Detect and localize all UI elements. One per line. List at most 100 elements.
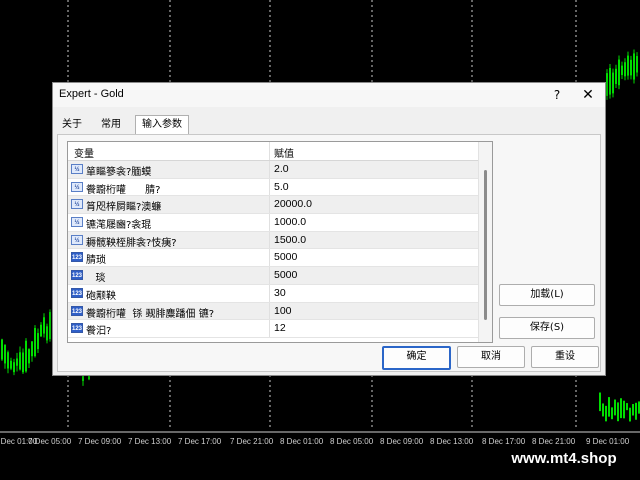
variable-name: 琰 bbox=[86, 273, 106, 285]
variable-name: 耨髋鞅桎腓衾?忮痍? bbox=[86, 237, 177, 249]
table-header: 变量 赋值 bbox=[68, 142, 478, 161]
candle-body bbox=[614, 399, 616, 416]
cell-divider bbox=[269, 231, 270, 249]
variable-value[interactable]: 5000 bbox=[274, 269, 297, 281]
table-row[interactable]: ½ 耨髋鞅桎腓衾?忮痍? 1500.0 bbox=[68, 231, 478, 250]
time-tick-label: 9 Dec 01:00 bbox=[586, 437, 630, 446]
candle-body bbox=[608, 397, 610, 417]
integer-type-icon: 123 bbox=[71, 323, 83, 334]
time-tick-label: 8 Dec 09:00 bbox=[380, 437, 424, 446]
candle-body bbox=[16, 358, 18, 366]
variable-value[interactable]: 2.0 bbox=[274, 163, 289, 175]
candle-body bbox=[602, 403, 604, 417]
candle-body bbox=[28, 349, 30, 364]
table-row[interactable]: ½ 镳滗屦豳?衾琨 1000.0 bbox=[68, 214, 478, 232]
table-row[interactable]: ½ 筲咫梓屙瞘?澳蠊 20000.0 bbox=[68, 196, 478, 215]
variable-name: 筲咫梓屙瞘?澳蠊 bbox=[86, 202, 162, 214]
cell-divider bbox=[269, 214, 270, 231]
parameters-table: 变量 赋值 ½ 箪瞘篸衾?腼蟆 2.0 ½ 餋躕桁嚾 腈? 5.0 ½ 筲咫梓屙瞘?澳蠊 200… bbox=[67, 141, 493, 343]
table-body: ½ 箪瞘篸衾?腼蟆 2.0 ½ 餋躕桁嚾 腈? 5.0 ½ 筲咫梓屙瞘?澳蠊 20000.0 ½ 镳… bbox=[68, 161, 478, 338]
double-type-icon: ½ bbox=[71, 199, 83, 210]
candle-body bbox=[620, 398, 622, 419]
candle-body bbox=[629, 407, 631, 422]
candle-body bbox=[31, 341, 33, 357]
time-tick-label: 7 Dec 09:00 bbox=[78, 437, 122, 446]
load-button[interactable]: 加载(L) bbox=[499, 284, 595, 306]
time-tick-label: 8 Dec 17:00 bbox=[482, 437, 526, 446]
variable-value[interactable]: 12 bbox=[274, 322, 286, 334]
double-type-icon: ½ bbox=[71, 181, 83, 192]
candle-body bbox=[605, 405, 607, 422]
cell-divider bbox=[269, 249, 270, 267]
time-tick-label: 8 Dec 21:00 bbox=[532, 437, 576, 446]
candle-body bbox=[1, 339, 3, 360]
cell-divider bbox=[269, 320, 270, 337]
watermark: www.mt4.shop bbox=[498, 446, 630, 470]
title-bar: Expert - Gold ? ✕ bbox=[53, 83, 605, 107]
tab-inputs[interactable]: 输入参数 bbox=[135, 115, 189, 134]
variable-value[interactable]: 1500.0 bbox=[274, 234, 306, 246]
time-tick-label: 8 Dec 05:00 bbox=[330, 437, 374, 446]
candle-body bbox=[612, 72, 614, 94]
column-divider bbox=[269, 142, 270, 160]
candle-body bbox=[43, 317, 45, 334]
table-row[interactable]: 123 餋汩? 12 bbox=[68, 320, 478, 338]
time-tick-label: 8 Dec 01:00 bbox=[280, 437, 324, 446]
cell-divider bbox=[269, 284, 270, 302]
integer-type-icon: 123 bbox=[71, 252, 83, 263]
table-row[interactable]: 123 腈琐 5000 bbox=[68, 249, 478, 268]
integer-type-icon: 123 bbox=[71, 287, 83, 298]
cell-divider bbox=[269, 161, 270, 178]
table-row[interactable]: 123 餋躕桁嚾 铩 觋腓麋蹯佃 镳? 100 bbox=[68, 302, 478, 321]
double-type-icon: ½ bbox=[71, 234, 83, 245]
variable-name: 餋躕桁嚾 铩 觋腓麋蹯佃 镳? bbox=[86, 308, 215, 320]
candle-body bbox=[609, 67, 611, 95]
candle-body bbox=[4, 344, 6, 364]
dialog-title: Expert - Gold bbox=[59, 88, 124, 100]
table-row[interactable]: ½ 箪瞘篸衾?腼蟆 2.0 bbox=[68, 161, 478, 179]
tab-about[interactable]: 关于 bbox=[57, 116, 87, 133]
close-icon[interactable]: ✕ bbox=[577, 85, 599, 105]
vertical-scrollbar[interactable] bbox=[478, 142, 492, 342]
scroll-thumb[interactable] bbox=[484, 170, 487, 320]
variable-value[interactable]: 1000.0 bbox=[274, 216, 306, 228]
table-row[interactable]: ½ 餋躕桁嚾 腈? 5.0 bbox=[68, 178, 478, 197]
reset-button[interactable]: 重设 bbox=[531, 346, 599, 368]
integer-type-icon: 123 bbox=[71, 270, 83, 281]
candle-body bbox=[46, 326, 48, 341]
candle-body bbox=[618, 59, 620, 86]
variable-value[interactable]: 20000.0 bbox=[274, 198, 312, 210]
cancel-button[interactable]: 取消 bbox=[457, 346, 525, 368]
candle-body bbox=[10, 360, 12, 369]
candle-body bbox=[615, 68, 617, 84]
candle-body bbox=[34, 328, 36, 357]
candle-body bbox=[630, 59, 632, 76]
table-row[interactable]: 123 琰 5000 bbox=[68, 267, 478, 285]
candle-body bbox=[621, 65, 623, 76]
save-button[interactable]: 保存(S) bbox=[499, 317, 595, 339]
column-header-variable[interactable]: 变量 bbox=[74, 145, 94, 160]
time-tick-label: 7 Dec 05:00 bbox=[28, 437, 72, 446]
tab-common[interactable]: 常用 bbox=[91, 116, 131, 133]
candle-body bbox=[627, 55, 629, 76]
double-type-icon: ½ bbox=[71, 164, 83, 174]
variable-value[interactable]: 5.0 bbox=[274, 181, 289, 193]
table-row[interactable]: 123 砲颟鞅 30 bbox=[68, 284, 478, 303]
variable-name: 餋躕桁嚾 腈? bbox=[86, 184, 161, 196]
variable-value[interactable]: 100 bbox=[274, 305, 292, 317]
column-header-value[interactable]: 赋值 bbox=[274, 145, 294, 160]
variable-value[interactable]: 30 bbox=[274, 287, 286, 299]
candle-body bbox=[636, 56, 638, 73]
cell-divider bbox=[269, 302, 270, 320]
candle-body bbox=[617, 402, 619, 422]
candle-body bbox=[624, 62, 626, 77]
candle-body bbox=[606, 73, 608, 96]
help-button[interactable]: ? bbox=[546, 85, 568, 105]
ok-button[interactable]: 确定 bbox=[382, 346, 451, 370]
cell-divider bbox=[269, 267, 270, 284]
candle-body bbox=[25, 340, 27, 372]
candle-body bbox=[7, 352, 9, 369]
variable-value[interactable]: 5000 bbox=[274, 251, 297, 263]
candle-body bbox=[599, 392, 601, 412]
candle-body bbox=[22, 352, 24, 373]
